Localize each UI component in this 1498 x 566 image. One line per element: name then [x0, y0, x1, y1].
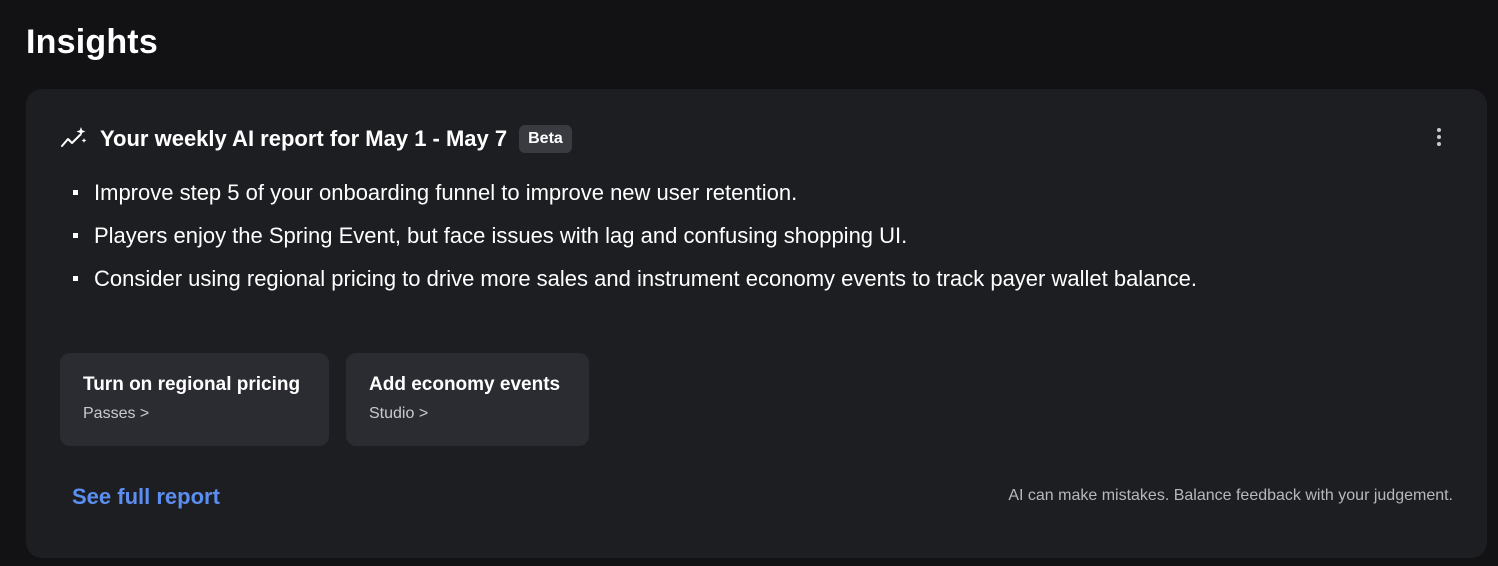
bullet-icon — [73, 233, 78, 238]
insight-list: Improve step 5 of your onboarding funnel… — [70, 177, 1210, 306]
regional-pricing-action[interactable]: Turn on regional pricing Passes > — [60, 353, 329, 446]
more-options-button[interactable] — [1427, 123, 1451, 151]
list-item: Players enjoy the Spring Event, but face… — [70, 220, 1210, 251]
suggested-actions: Turn on regional pricing Passes > Add ec… — [60, 353, 589, 446]
list-item: Consider using regional pricing to drive… — [70, 263, 1210, 294]
ai-report-card: Your weekly AI report for May 1 - May 7 … — [26, 89, 1487, 558]
insights-page: Insights Your weekly AI report for May 1… — [0, 0, 1498, 566]
insight-text: Improve step 5 of your onboarding funnel… — [94, 180, 798, 205]
action-subtitle: Passes > — [83, 405, 150, 422]
report-header: Your weekly AI report for May 1 - May 7 … — [60, 123, 572, 155]
insight-text: Players enjoy the Spring Event, but face… — [94, 223, 908, 248]
report-title: Your weekly AI report for May 1 - May 7 — [100, 126, 508, 151]
insight-text: Consider using regional pricing to drive… — [94, 266, 1198, 291]
action-title: Turn on regional pricing — [83, 374, 301, 395]
action-title: Add economy events — [369, 374, 561, 395]
beta-badge: Beta — [519, 125, 572, 153]
more-vertical-icon — [1437, 128, 1441, 132]
bullet-icon — [73, 276, 78, 281]
ai-disclaimer: AI can make mistakes. Balance feedback w… — [1008, 487, 1453, 504]
sparkle-trend-icon — [60, 125, 88, 153]
action-subtitle: Studio > — [369, 405, 429, 422]
see-full-report-link[interactable]: See full report — [72, 484, 220, 510]
bullet-icon — [73, 190, 78, 195]
economy-events-action[interactable]: Add economy events Studio > — [346, 353, 589, 446]
page-title: Insights — [26, 23, 158, 61]
list-item: Improve step 5 of your onboarding funnel… — [70, 177, 1210, 208]
